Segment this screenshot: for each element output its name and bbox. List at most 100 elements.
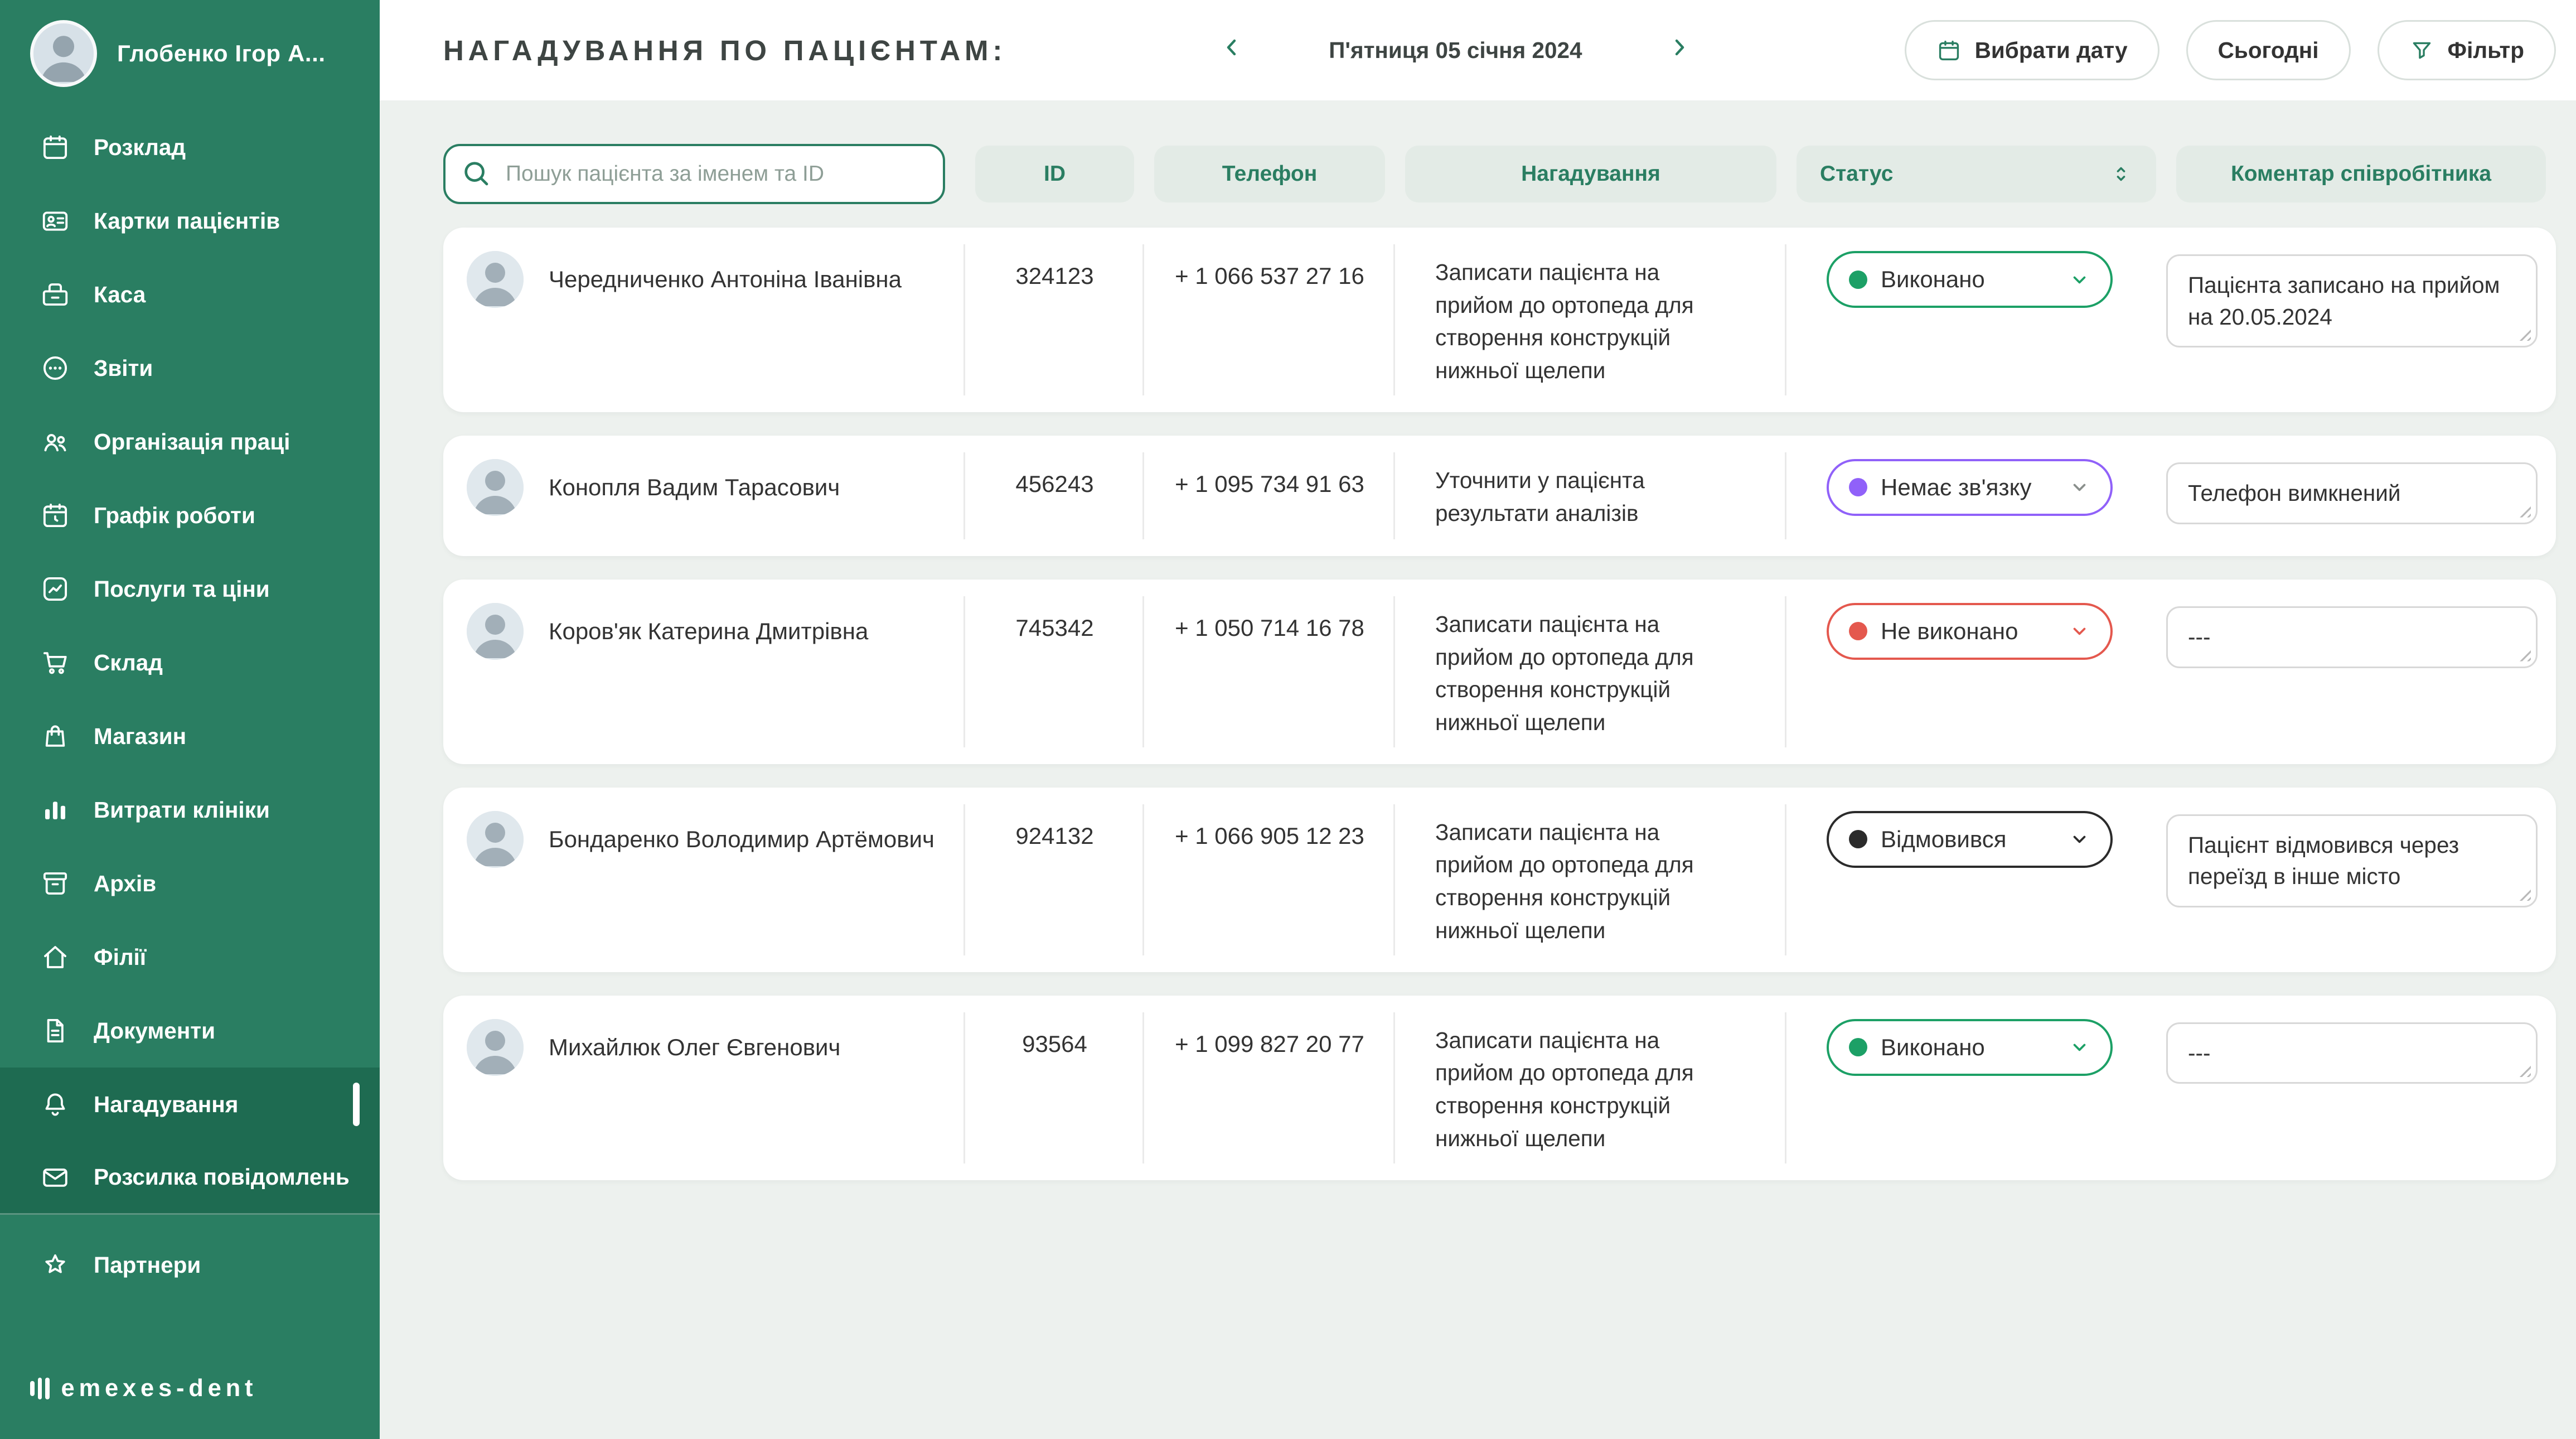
- comment-field[interactable]: Телефон вимкнений: [2166, 462, 2538, 524]
- sidebar-item-label: Філії: [94, 944, 146, 970]
- user-avatar: [30, 20, 97, 87]
- sort-icon: [2109, 162, 2133, 186]
- status-dot-icon: [1849, 622, 1867, 640]
- patient-avatar: [467, 251, 524, 308]
- status-select[interactable]: Не виконано: [1827, 603, 2113, 660]
- chevron-down-icon: [2069, 269, 2090, 291]
- column-header-comment: Коментар співробітника: [2176, 146, 2546, 202]
- patient-name: Конопля Вадим Тарасович: [549, 459, 840, 503]
- sidebar-item-15[interactable]: Партнери: [0, 1228, 380, 1302]
- comment-field[interactable]: ---: [2166, 1022, 2538, 1084]
- sidebar-item-label: Магазин: [94, 723, 186, 750]
- sidebar-item-12[interactable]: Документи: [0, 994, 380, 1068]
- chevron-down-icon: [2069, 476, 2090, 498]
- patient-cards-icon: [40, 206, 70, 236]
- topbar: НАГАДУВАННЯ ПО ПАЦІЄНТАМ: П'ятниця 05 сі…: [380, 0, 2576, 100]
- sidebar-item-label: Витрати клініки: [94, 797, 270, 823]
- sidebar-item-5[interactable]: Графік роботи: [0, 479, 380, 552]
- patient-name: Чередниченко Антоніна Іванівна: [549, 251, 902, 295]
- comment-field[interactable]: Пацієнт відмовився через переїзд в інше …: [2166, 814, 2538, 907]
- choose-date-label: Вибрати дату: [1975, 37, 2128, 64]
- today-label: Сьогодні: [2218, 37, 2319, 64]
- status-label: Не виконано: [1881, 618, 2055, 645]
- filter-label: Фільтр: [2448, 37, 2524, 64]
- status-select[interactable]: Виконано: [1827, 251, 2113, 308]
- store-icon: [40, 721, 70, 751]
- status-dot-icon: [1849, 1038, 1867, 1056]
- warehouse-icon: [40, 648, 70, 678]
- sidebar-item-label: Архів: [94, 871, 156, 897]
- status-select[interactable]: Немає зв'язку: [1827, 459, 2113, 516]
- filter-button[interactable]: Фільтр: [2378, 20, 2556, 80]
- services-icon: [40, 574, 70, 604]
- table-row: Коров'як Катерина Дмитрівна 745342 + 1 0…: [443, 580, 2556, 764]
- comment-field[interactable]: ---: [2166, 606, 2538, 668]
- status-dot-icon: [1849, 271, 1867, 289]
- status-label: Немає зв'язку: [1881, 474, 2055, 501]
- sidebar-item-8[interactable]: Магазин: [0, 699, 380, 773]
- calendar-icon: [1936, 38, 1962, 63]
- current-date: П'ятниця 05 січня 2024: [1329, 37, 1582, 64]
- column-header-phone: Телефон: [1154, 146, 1385, 202]
- reminder-text: Записати пацієнта на прийом до ортопеда …: [1395, 228, 1786, 412]
- patient-id: 93564: [965, 996, 1144, 1180]
- sidebar-item-1[interactable]: Картки пацієнтів: [0, 184, 380, 258]
- sidebar-item-14[interactable]: Розсилка повідомлень: [0, 1141, 380, 1215]
- sidebar-item-3[interactable]: Звіти: [0, 331, 380, 405]
- status-select[interactable]: Відмовився: [1827, 811, 2113, 868]
- user-name: Глобенко Ігор А...: [117, 40, 326, 67]
- reminder-text: Уточнити у пацієнта результати аналізів: [1395, 436, 1786, 556]
- column-header-status[interactable]: Статус: [1797, 146, 2156, 202]
- sidebar-item-label: Послуги та ціни: [94, 576, 270, 602]
- table-row: Конопля Вадим Тарасович 456243 + 1 095 7…: [443, 436, 2556, 556]
- documents-icon: [40, 1016, 70, 1046]
- sidebar-item-label: Звіти: [94, 355, 153, 382]
- sidebar-item-10[interactable]: Архів: [0, 847, 380, 920]
- patient-name: Коров'як Катерина Дмитрівна: [549, 603, 868, 647]
- table-row: Михайлюк Олег Євгенович 93564 + 1 099 82…: [443, 996, 2556, 1180]
- app-window: Глобенко Ігор А... РозкладКартки пацієнт…: [0, 0, 2576, 1439]
- archive-icon: [40, 868, 70, 899]
- status-dot-icon: [1849, 830, 1867, 848]
- status-column-label: Статус: [1820, 162, 1893, 186]
- date-navigation: П'ятниця 05 січня 2024: [1208, 27, 1702, 74]
- reminder-text: Записати пацієнта на прийом до ортопеда …: [1395, 788, 1786, 972]
- patient-phone: + 1 066 537 27 16: [1144, 228, 1395, 412]
- sidebar-item-13[interactable]: Нагадування: [0, 1068, 380, 1141]
- sidebar-item-7[interactable]: Склад: [0, 626, 380, 699]
- status-select[interactable]: Виконано: [1827, 1019, 2113, 1076]
- user-profile[interactable]: Глобенко Ігор А...: [0, 0, 380, 110]
- status-dot-icon: [1849, 478, 1867, 496]
- prev-day-button[interactable]: [1208, 27, 1255, 74]
- patient-avatar: [467, 1019, 524, 1076]
- next-day-button[interactable]: [1656, 27, 1703, 74]
- sidebar-item-label: Графік роботи: [94, 503, 255, 529]
- organization-icon: [40, 427, 70, 457]
- branches-icon: [40, 942, 70, 972]
- sidebar-item-11[interactable]: Філії: [0, 920, 380, 994]
- chevron-left-icon: [1218, 34, 1245, 66]
- status-label: Відмовився: [1881, 826, 2055, 853]
- patient-id: 456243: [965, 436, 1144, 556]
- search-input[interactable]: [443, 144, 945, 204]
- status-label: Виконано: [1881, 266, 2055, 293]
- patient-avatar: [467, 603, 524, 660]
- patient-id: 324123: [965, 228, 1144, 412]
- sidebar-item-label: Розсилка повідомлень: [94, 1164, 350, 1190]
- main-area: НАГАДУВАННЯ ПО ПАЦІЄНТАМ: П'ятниця 05 сі…: [380, 0, 2576, 1439]
- reminder-text: Записати пацієнта на прийом до ортопеда …: [1395, 580, 1786, 764]
- cash-icon: [40, 279, 70, 310]
- sidebar-item-6[interactable]: Послуги та ціни: [0, 552, 380, 626]
- sidebar-item-label: Склад: [94, 650, 163, 676]
- sidebar-item-4[interactable]: Організація праці: [0, 405, 380, 479]
- sidebar-item-0[interactable]: Розклад: [0, 110, 380, 184]
- patients-table: ID Телефон Нагадування Статус Коментар с…: [380, 100, 2576, 1439]
- expenses-icon: [40, 795, 70, 825]
- sidebar-item-2[interactable]: Каса: [0, 258, 380, 331]
- comment-field[interactable]: Пацієнта записано на прийом на 20.05.202…: [2166, 254, 2538, 347]
- choose-date-button[interactable]: Вибрати дату: [1905, 20, 2159, 80]
- sidebar-item-label: Каса: [94, 282, 146, 308]
- today-button[interactable]: Сьогодні: [2186, 20, 2351, 80]
- sidebar-item-9[interactable]: Витрати клініки: [0, 773, 380, 847]
- status-label: Виконано: [1881, 1034, 2055, 1061]
